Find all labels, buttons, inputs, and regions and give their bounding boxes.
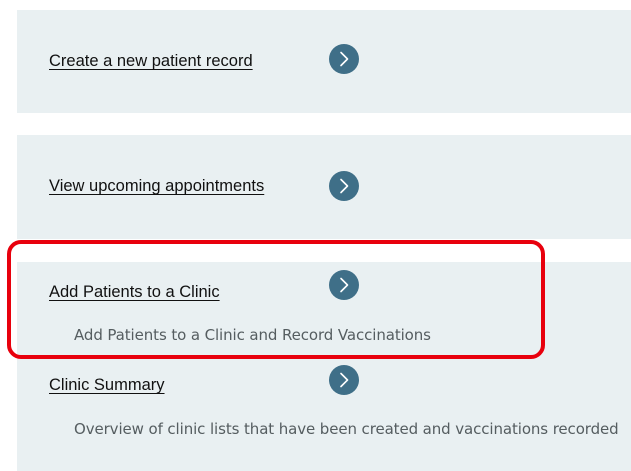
- create-patient-record-arrow-button[interactable]: [329, 44, 359, 74]
- view-upcoming-appointments-arrow-button[interactable]: [329, 171, 359, 201]
- view-upcoming-appointments-link[interactable]: View upcoming appointments: [49, 176, 264, 196]
- chevron-right-icon: [340, 51, 349, 67]
- clinic-summary-description: Overview of clinic lists that have been …: [74, 420, 619, 438]
- add-patients-to-clinic-arrow-button[interactable]: [329, 270, 359, 300]
- page: Create a new patient record View upcomin…: [0, 0, 631, 471]
- clinic-summary-arrow-button[interactable]: [329, 365, 359, 395]
- chevron-right-icon: [340, 178, 349, 194]
- add-patients-to-clinic-description: Add Patients to a Clinic and Record Vacc…: [74, 326, 431, 344]
- add-patients-to-clinic-link[interactable]: Add Patients to a Clinic: [49, 282, 220, 302]
- chevron-right-icon: [340, 372, 349, 388]
- clinic-summary-link[interactable]: Clinic Summary: [49, 375, 165, 395]
- chevron-right-icon: [340, 277, 349, 293]
- create-patient-record-link[interactable]: Create a new patient record: [49, 51, 253, 71]
